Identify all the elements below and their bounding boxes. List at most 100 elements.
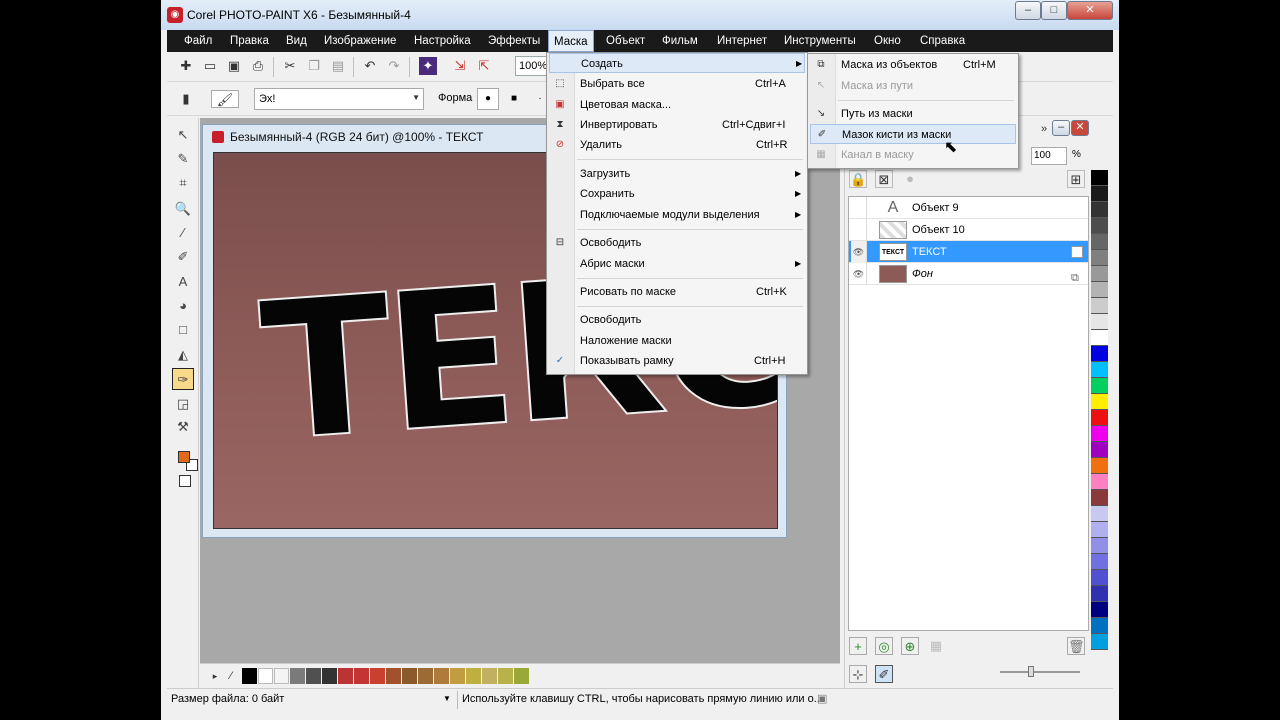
menu-item-load[interactable]: Загрузить ▶ <box>549 164 805 184</box>
palette-swatch[interactable] <box>1091 570 1108 586</box>
menu-item-create[interactable]: Создать ▶ <box>549 53 805 73</box>
round-shape-button[interactable]: ● <box>477 88 499 110</box>
object-row-text[interactable]: 👁 ТЕКСТ ТЕКСТ <box>849 241 1088 263</box>
palette-swatch[interactable] <box>1091 378 1108 394</box>
palette-swatch[interactable] <box>370 668 385 684</box>
object-properties-icon[interactable]: ⊞ <box>1067 170 1085 188</box>
menu-item-mask-from-path[interactable]: ↖ Маска из пути <box>810 76 1016 96</box>
eye-icon[interactable]: 👁 <box>851 241 867 263</box>
palette-swatch[interactable] <box>242 668 257 684</box>
menu-item-path-from-mask[interactable]: ↘ Путь из маски <box>810 104 1016 124</box>
open-icon[interactable]: ▭ <box>201 57 219 75</box>
text-tool-icon[interactable]: A <box>172 271 194 293</box>
eyedropper-icon[interactable]: ⁄ <box>222 667 240 685</box>
new-lens-icon[interactable]: ◎ <box>875 637 893 655</box>
eraser-tool-icon[interactable]: ✐ <box>172 246 194 268</box>
cut-icon[interactable]: ✂ <box>281 57 299 75</box>
palette-swatch[interactable] <box>290 668 305 684</box>
docker-close-button[interactable]: ✕ <box>1071 120 1089 136</box>
palette-swatch[interactable] <box>1091 410 1108 426</box>
palette-swatch[interactable] <box>1091 202 1108 218</box>
effect-tool-icon[interactable]: ◲ <box>172 393 194 415</box>
palette-swatch[interactable] <box>1091 426 1108 442</box>
menu-item-selection-plugins[interactable]: Подключаемые модули выделения ▶ <box>549 205 805 225</box>
palette-swatch[interactable] <box>1091 522 1108 538</box>
palette-swatch[interactable] <box>450 668 465 684</box>
menu-tools[interactable]: Инструменты <box>779 30 861 52</box>
property-toggle-icon[interactable]: ▮ <box>177 90 195 108</box>
menu-object[interactable]: Объект <box>601 30 650 52</box>
new-from-selection-icon[interactable]: ⊕ <box>901 637 919 655</box>
palette-swatch[interactable] <box>338 668 353 684</box>
docker-expand-icon[interactable]: » <box>1035 120 1053 138</box>
palette-swatch[interactable] <box>1091 170 1108 186</box>
crop-tool-icon[interactable]: ⌗ <box>172 172 194 194</box>
red-eye-tool-icon[interactable]: ◕ <box>172 295 194 317</box>
visibility-toggle[interactable] <box>851 197 867 219</box>
mask-tool-icon[interactable]: ✎ <box>172 148 194 170</box>
menu-item-paint-on-mask[interactable]: Рисовать по маске Ctrl+K <box>549 282 805 302</box>
brush-mask-icon[interactable]: ✐ <box>875 665 893 683</box>
menu-item-float[interactable]: ⊟ Освободить <box>549 233 805 253</box>
palette-swatch[interactable] <box>498 668 513 684</box>
paste-icon[interactable]: ▤ <box>329 57 347 75</box>
combine-icon[interactable]: ▦ <box>927 637 945 655</box>
new-file-icon[interactable]: ✚ <box>177 57 195 75</box>
palette-swatch[interactable] <box>418 668 433 684</box>
new-object-icon[interactable]: + <box>849 637 867 655</box>
palette-swatch[interactable] <box>466 668 481 684</box>
palette-swatch[interactable] <box>1091 266 1108 282</box>
lock-all-icon[interactable]: ● <box>901 170 919 188</box>
lock-icon[interactable]: 🔒 <box>849 170 867 188</box>
minimize-button[interactable]: – <box>1015 1 1041 20</box>
menu-image[interactable]: Изображение <box>319 30 401 52</box>
eye-icon[interactable]: 👁 <box>851 263 867 285</box>
menu-item-delete[interactable]: ⊘ Удалить Ctrl+R <box>549 135 805 155</box>
copy-icon[interactable]: ❐ <box>305 57 323 75</box>
palette-swatch[interactable] <box>1091 314 1108 330</box>
delete-object-icon[interactable]: 🗑 <box>1067 637 1085 655</box>
export-icon[interactable]: ⇱ <box>475 57 493 75</box>
palette-swatch[interactable] <box>386 668 401 684</box>
import-icon[interactable]: ⇲ <box>451 57 469 75</box>
foreground-color-swatch[interactable] <box>178 451 190 463</box>
palette-swatch[interactable] <box>354 668 369 684</box>
menu-item-select-all[interactable]: ⬚ Выбрать все Ctrl+A <box>549 74 805 94</box>
maximize-button[interactable]: □ <box>1041 1 1067 20</box>
palette-swatch[interactable] <box>306 668 321 684</box>
menu-item-mask-outline[interactable]: Абрис маски ▶ <box>549 254 805 274</box>
paper-color-swatch[interactable] <box>179 475 191 487</box>
palette-swatch[interactable] <box>1091 634 1108 650</box>
menu-item-save[interactable]: Сохранить ▶ <box>549 184 805 204</box>
zoom-tool-icon[interactable]: 🔍 <box>172 198 194 220</box>
pick-tool-icon[interactable]: ↖ <box>172 124 194 146</box>
palette-swatch[interactable] <box>1091 442 1108 458</box>
palette-swatch[interactable] <box>1091 330 1108 346</box>
palette-swatch[interactable] <box>1091 394 1108 410</box>
zoom-slider-thumb[interactable] <box>1028 666 1034 677</box>
close-button[interactable]: ✕ <box>1067 1 1113 20</box>
palette-swatch[interactable] <box>274 668 289 684</box>
palette-swatch[interactable] <box>322 668 337 684</box>
menu-item-mask-overlay[interactable]: Наложение маски <box>549 331 805 351</box>
visibility-toggle[interactable] <box>851 219 867 241</box>
palette-swatch[interactable] <box>1091 458 1108 474</box>
menu-view[interactable]: Вид <box>281 30 312 52</box>
menu-help[interactable]: Справка <box>915 30 970 52</box>
zoom-slider[interactable] <box>1000 666 1080 677</box>
rectangle-tool-icon[interactable]: □ <box>172 319 194 341</box>
palette-swatch[interactable] <box>1091 346 1108 362</box>
object-row-background[interactable]: 👁 Фон ⧉ <box>849 263 1088 285</box>
palette-swatch[interactable] <box>402 668 417 684</box>
menu-item-float-2[interactable]: Освободить <box>549 310 805 330</box>
lock-transparency-icon[interactable]: ⊠ <box>875 170 893 188</box>
palette-swatch[interactable] <box>1091 602 1108 618</box>
menu-internet[interactable]: Интернет <box>712 30 772 52</box>
menu-item-channel-to-mask[interactable]: ▦ Канал в маску <box>810 145 1016 165</box>
brush-preset-select[interactable]: Эх! ▼ <box>254 88 424 110</box>
menu-movie[interactable]: Фильм <box>657 30 703 52</box>
menu-file[interactable]: Файл <box>179 30 217 52</box>
launch-icon[interactable]: ✦ <box>419 57 437 75</box>
palette-swatch[interactable] <box>258 668 273 684</box>
menu-edit[interactable]: Правка <box>225 30 274 52</box>
